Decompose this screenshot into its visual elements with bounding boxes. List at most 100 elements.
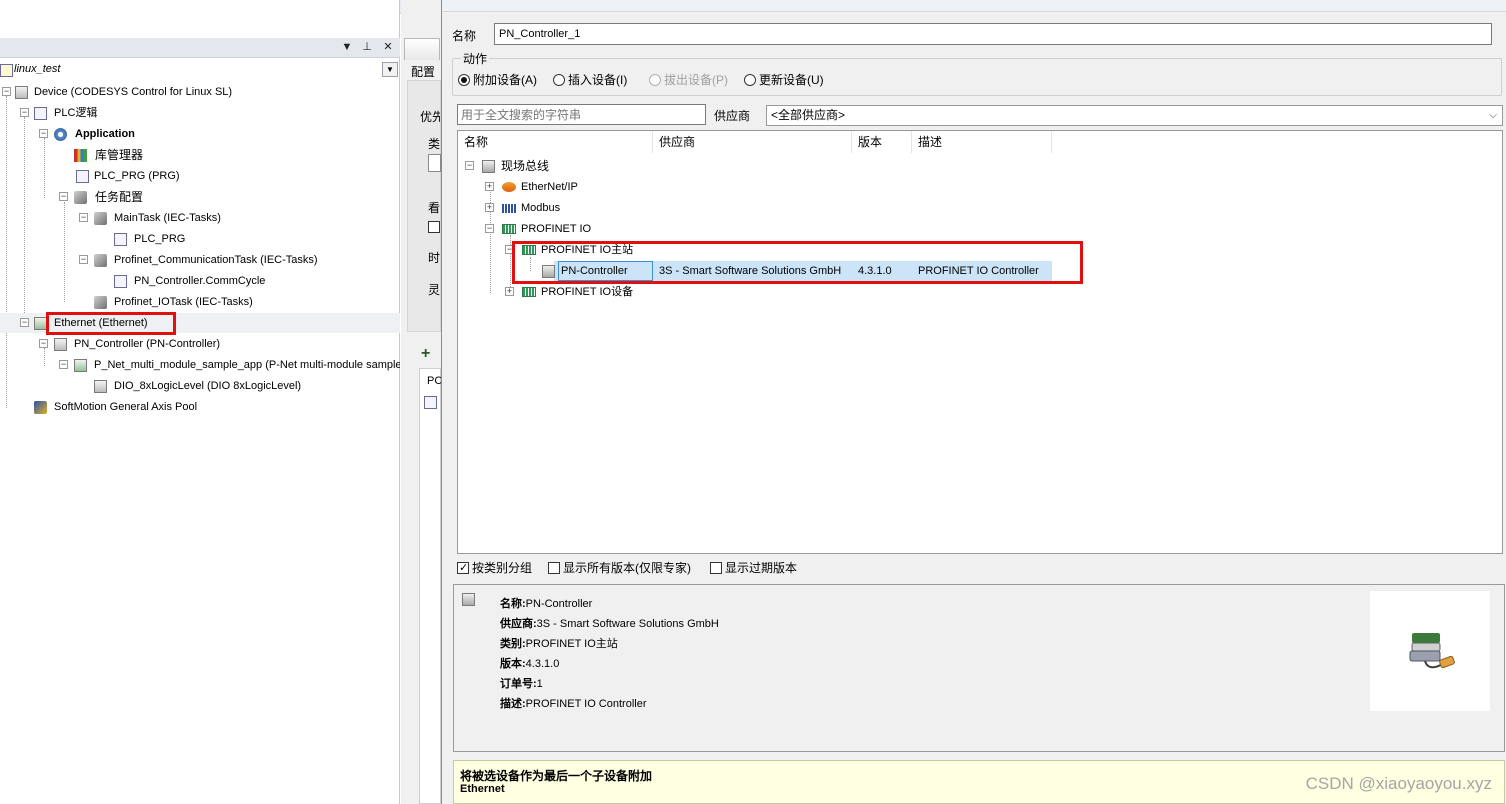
editor-tab-config[interactable]: 配置 bbox=[411, 63, 441, 80]
collapse-icon[interactable]: − bbox=[20, 318, 29, 327]
editor-label: 优先 bbox=[420, 110, 440, 124]
collapse-icon[interactable]: − bbox=[59, 360, 68, 369]
tree-node-io-task[interactable]: Profinet_IOTask (IEC-Tasks) bbox=[0, 292, 400, 312]
action-group: 动作 附加设备(A) 插入设备(I) 拔出设备(P) 更新设备(U) bbox=[452, 50, 1502, 96]
editor-field[interactable] bbox=[428, 154, 441, 172]
device-description: PROFINET IO Controller bbox=[918, 265, 1039, 277]
radio-label: 更新设备(U) bbox=[759, 73, 824, 87]
group-by-category-checkbox[interactable]: 按类别分组 bbox=[457, 560, 532, 576]
tree-node-label: MainTask (IEC-Tasks) bbox=[114, 212, 221, 224]
device-icon bbox=[462, 593, 475, 606]
info-key: 版本: bbox=[500, 658, 526, 670]
group-profinet-master[interactable]: − PROFINET IO主站 bbox=[458, 240, 1058, 260]
tree-node-application[interactable]: − Application bbox=[0, 124, 400, 144]
tree-node-maintask[interactable]: − MainTask (IEC-Tasks) bbox=[0, 208, 400, 228]
group-profinet-io[interactable]: − PROFINET IO bbox=[458, 219, 1058, 239]
tree-node-commcycle[interactable]: PN_Controller.CommCycle bbox=[0, 271, 400, 291]
info-value: 1 bbox=[536, 678, 543, 690]
hint-text: 将被选设备作为最后一个子设备附加 bbox=[460, 769, 653, 783]
checkbox-icon bbox=[710, 562, 722, 574]
tree-root-row[interactable]: linux_test ▼ bbox=[0, 60, 400, 80]
collapse-icon[interactable]: − bbox=[485, 224, 494, 233]
update-device-radio[interactable]: 更新设备(U) bbox=[744, 72, 824, 88]
ethernet-ip-icon bbox=[502, 182, 516, 192]
pin-icon[interactable]: ⊥ bbox=[360, 40, 374, 54]
group-fieldbus[interactable]: − 现场总线 bbox=[458, 156, 1058, 176]
device-row-pn-controller[interactable]: PN-Controller 3S - Smart Software Soluti… bbox=[458, 261, 1058, 281]
tree-node-plc-prg[interactable]: PLC_PRG (PRG) bbox=[0, 166, 400, 186]
tree-node-library-manager[interactable]: 库管理器 bbox=[0, 145, 400, 165]
checkbox-checked-icon bbox=[457, 560, 469, 576]
tree-node-dio[interactable]: DIO_8xLogicLevel (DIO 8xLogicLevel) bbox=[0, 376, 400, 396]
tree-dropdown-button[interactable]: ▼ bbox=[382, 62, 398, 77]
collapse-icon[interactable]: − bbox=[39, 129, 48, 138]
info-key: 名称: bbox=[500, 598, 526, 610]
column-header-name[interactable]: 名称 bbox=[458, 131, 653, 153]
tree-node-pn-controller[interactable]: − PN_Controller (PN-Controller) bbox=[0, 334, 400, 354]
tree-node-ethernet[interactable]: − Ethernet (Ethernet) bbox=[0, 313, 400, 333]
collapse-icon[interactable]: − bbox=[2, 87, 11, 96]
group-modbus[interactable]: + Modbus bbox=[458, 198, 1058, 218]
expand-icon[interactable]: + bbox=[485, 182, 494, 191]
tree-node-label: PLC逻辑 bbox=[54, 107, 98, 119]
softmotion-icon bbox=[34, 401, 47, 414]
radio-icon bbox=[553, 74, 565, 86]
device-name-input[interactable] bbox=[494, 23, 1492, 45]
info-order-number: 订单号:1 bbox=[500, 675, 543, 691]
vendor-select[interactable]: <全部供应商> ⌵ bbox=[766, 105, 1503, 126]
collapse-icon[interactable]: − bbox=[79, 213, 88, 222]
tree-node-device[interactable]: − Device (CODESYS Control for Linux SL) bbox=[0, 82, 400, 102]
group-label: PROFINET IO设备 bbox=[541, 286, 634, 298]
tree-node-plc-logic[interactable]: − PLC逻辑 bbox=[0, 103, 400, 123]
expand-icon[interactable]: + bbox=[505, 287, 514, 296]
info-name: 名称:PN-Controller bbox=[500, 595, 592, 611]
show-all-versions-checkbox[interactable]: 显示所有版本(仅限专家) bbox=[548, 560, 691, 576]
project-name: linux_test bbox=[14, 63, 61, 75]
info-value: PN-Controller bbox=[525, 598, 593, 610]
fulltext-search-input[interactable] bbox=[457, 104, 706, 125]
tree-node-maintask-plc-prg[interactable]: PLC_PRG bbox=[0, 229, 400, 249]
group-profinet-device[interactable]: + PROFINET IO设备 bbox=[458, 282, 1058, 302]
insert-device-radio[interactable]: 插入设备(I) bbox=[553, 72, 627, 88]
device-icon bbox=[54, 338, 67, 351]
collapse-icon[interactable]: − bbox=[39, 339, 48, 348]
tree-node-softmotion[interactable]: SoftMotion General Axis Pool bbox=[0, 397, 400, 417]
profinet-master-icon bbox=[522, 245, 536, 255]
info-key: 描述: bbox=[500, 698, 526, 710]
plc-logic-icon bbox=[34, 107, 47, 120]
editor-checkbox[interactable] bbox=[428, 221, 440, 233]
gear-icon bbox=[54, 128, 67, 141]
group-label: Modbus bbox=[521, 202, 561, 214]
tree-node-task-config[interactable]: − 任务配置 bbox=[0, 187, 400, 207]
collapse-icon[interactable]: − bbox=[59, 192, 68, 201]
pane-menu-icon[interactable]: ▼ bbox=[340, 40, 354, 54]
device-name: PN-Controller bbox=[561, 265, 628, 277]
close-icon[interactable]: ✕ bbox=[381, 40, 395, 54]
device-list[interactable]: 名称 供应商 版本 描述 − 现场总线 + EtherNet/IP + Modb… bbox=[457, 130, 1503, 554]
tree-node-comm-task[interactable]: − Profinet_CommunicationTask (IEC-Tasks) bbox=[0, 250, 400, 270]
add-icon[interactable]: + bbox=[421, 345, 430, 363]
column-header-version[interactable]: 版本 bbox=[852, 131, 912, 153]
column-header-description[interactable]: 描述 bbox=[912, 131, 1052, 153]
tree-node-pnet-sample[interactable]: − P_Net_multi_module_sample_app (P-Net m… bbox=[0, 355, 400, 375]
collapse-icon[interactable]: − bbox=[465, 161, 474, 170]
collapse-icon[interactable]: − bbox=[505, 245, 514, 254]
collapse-icon[interactable]: − bbox=[79, 255, 88, 264]
show-outdated-versions-checkbox[interactable]: 显示过期版本 bbox=[710, 560, 797, 576]
editor-label: 时 bbox=[428, 251, 440, 265]
radio-label: 插入设备(I) bbox=[568, 73, 628, 87]
task-config-icon bbox=[74, 191, 87, 204]
append-device-radio[interactable]: 附加设备(A) bbox=[458, 72, 537, 88]
collapse-icon[interactable]: − bbox=[20, 108, 29, 117]
editor-label: 灵 bbox=[428, 283, 440, 297]
info-key: 订单号: bbox=[500, 678, 537, 690]
editor-label: 看 bbox=[428, 201, 440, 215]
program-icon bbox=[424, 396, 437, 409]
device-list-header: 名称 供应商 版本 描述 bbox=[458, 131, 1502, 153]
editor-pane: 配置 优先 类 看 时 灵 + PC bbox=[401, 0, 441, 804]
expand-icon[interactable]: + bbox=[485, 203, 494, 212]
editor-label: 类 bbox=[428, 137, 440, 151]
column-header-vendor[interactable]: 供应商 bbox=[653, 131, 852, 153]
editor-tab[interactable] bbox=[404, 38, 440, 60]
group-ethernet-ip[interactable]: + EtherNet/IP bbox=[458, 177, 1058, 197]
